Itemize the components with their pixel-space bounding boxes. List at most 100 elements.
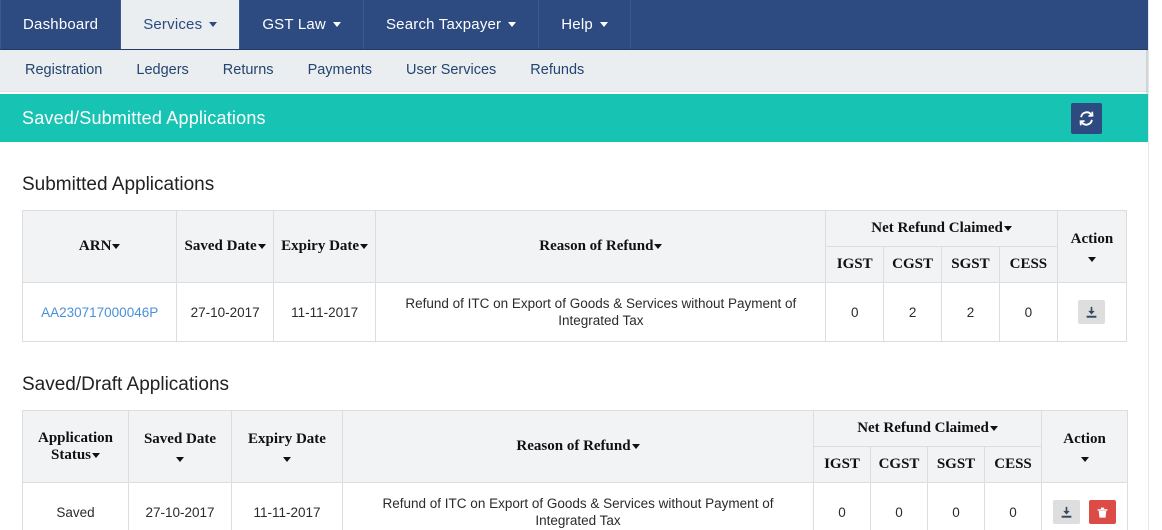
subnav-item-user-services[interactable]: User Services bbox=[389, 50, 513, 91]
delete-button[interactable] bbox=[1088, 500, 1116, 524]
column-header-saved-date[interactable]: Saved Date bbox=[128, 410, 232, 483]
cell-reason: Refund of ITC on Export of Goods & Servi… bbox=[342, 482, 814, 530]
cell-saved-date: 27-10-2017 bbox=[128, 482, 232, 530]
main-navbar: Dashboard Services GST Law Search Taxpay… bbox=[0, 0, 1162, 50]
column-header-action[interactable]: Action bbox=[1056, 210, 1128, 283]
nav-item-dashboard[interactable]: Dashboard bbox=[0, 0, 122, 49]
column-header-cess: CESS bbox=[983, 446, 1043, 483]
column-header-label: Reason of Refund bbox=[539, 238, 654, 254]
column-header-application-status[interactable]: Application Status bbox=[22, 410, 129, 483]
submitted-section-title: Submitted Applications bbox=[22, 174, 215, 195]
cell-cgst: 0 bbox=[870, 482, 928, 530]
column-header-net-refund-claimed[interactable]: Net Refund Claimed bbox=[825, 210, 1058, 247]
sub-navbar: Registration Ledgers Returns Payments Us… bbox=[0, 50, 1162, 92]
column-header-label: Action bbox=[1063, 431, 1106, 447]
subnav-item-payments[interactable]: Payments bbox=[291, 50, 389, 91]
page-scrollbar[interactable] bbox=[1148, 0, 1162, 530]
scrollbar-thumb[interactable] bbox=[1151, 0, 1161, 150]
subnav-item-returns[interactable]: Returns bbox=[206, 50, 291, 91]
column-header-cgst: CGST bbox=[870, 446, 928, 483]
sort-caret-icon bbox=[112, 244, 121, 250]
column-header-igst: IGST bbox=[825, 246, 885, 283]
cell-reason: Refund of ITC on Export of Goods & Servi… bbox=[375, 282, 827, 342]
submitted-applications-table: ARN Saved Date Expiry Date Reason of Ref… bbox=[21, 210, 1128, 342]
cell-cess: 0 bbox=[998, 282, 1058, 342]
column-header-net-refund-claimed[interactable]: Net Refund Claimed bbox=[812, 410, 1043, 447]
nav-item-search-taxpayer[interactable]: Search Taxpayer bbox=[364, 0, 540, 49]
sort-caret-icon bbox=[1087, 256, 1096, 262]
nav-item-label: Help bbox=[561, 16, 593, 33]
table-header-row: Application Status Saved Date Expiry Dat… bbox=[22, 410, 1129, 483]
column-header-label: Action bbox=[1070, 231, 1114, 247]
column-header-cgst: CGST bbox=[883, 246, 943, 283]
column-header-label: Expiry Date bbox=[248, 431, 326, 447]
column-header-arn[interactable]: ARN bbox=[21, 210, 178, 283]
subnav-item-refunds[interactable]: Refunds bbox=[513, 50, 601, 91]
sort-caret-icon bbox=[631, 444, 640, 450]
table-row: AA230717000046P 27-10-2017 11-11-2017 Re… bbox=[21, 282, 1128, 342]
content-area: Submitted Applications ARN Saved Date Ex… bbox=[0, 174, 1162, 530]
sort-caret-icon bbox=[989, 426, 998, 432]
cell-action bbox=[1041, 482, 1129, 530]
column-header-label: Application Status bbox=[37, 429, 113, 463]
subnav-item-registration[interactable]: Registration bbox=[8, 50, 119, 91]
cell-sgst: 0 bbox=[927, 482, 985, 530]
nav-item-label: GST Law bbox=[262, 16, 326, 33]
page-root: Dashboard Services GST Law Search Taxpay… bbox=[0, 0, 1162, 530]
delete-icon bbox=[1097, 507, 1108, 518]
cell-action bbox=[1056, 282, 1128, 342]
chevron-down-icon bbox=[209, 22, 218, 27]
column-header-reason-of-refund[interactable]: Reason of Refund bbox=[342, 410, 814, 483]
column-header-igst: IGST bbox=[813, 446, 871, 483]
column-header-label: Expiry Date bbox=[281, 238, 360, 254]
column-header-action[interactable]: Action bbox=[1041, 410, 1129, 483]
column-header-label: Net Refund Claimed bbox=[857, 420, 989, 436]
refresh-button[interactable] bbox=[1071, 102, 1102, 134]
edit-icon bbox=[1061, 506, 1072, 518]
column-header-reason-of-refund[interactable]: Reason of Refund bbox=[375, 210, 827, 283]
nav-item-services[interactable]: Services bbox=[121, 0, 241, 49]
cell-arn: AA230717000046P bbox=[21, 282, 178, 342]
nav-item-help[interactable]: Help bbox=[539, 0, 631, 49]
draft-section-title: Saved/Draft Applications bbox=[22, 374, 230, 395]
cell-saved-date: 27-10-2017 bbox=[176, 282, 274, 342]
column-header-saved-date[interactable]: Saved Date bbox=[176, 210, 274, 283]
chevron-down-icon bbox=[332, 22, 341, 27]
column-header-expiry-date[interactable]: Expiry Date bbox=[272, 210, 377, 283]
sort-caret-icon bbox=[1003, 226, 1012, 232]
nav-item-gst-law[interactable]: GST Law bbox=[240, 0, 364, 49]
table-row: Saved 27-10-2017 11-11-2017 Refund of IT… bbox=[22, 482, 1129, 530]
column-header-label: ARN bbox=[78, 238, 112, 254]
cell-igst: 0 bbox=[813, 482, 871, 530]
refresh-icon bbox=[1079, 110, 1094, 126]
arn-link[interactable]: AA230717000046P bbox=[41, 305, 158, 320]
table-header-row: ARN Saved Date Expiry Date Reason of Ref… bbox=[21, 210, 1128, 283]
column-header-label: Saved Date bbox=[143, 431, 217, 447]
edit-button[interactable] bbox=[1053, 500, 1081, 524]
sort-caret-icon bbox=[176, 456, 184, 462]
page-header-bar: Saved/Submitted Applications bbox=[0, 94, 1162, 142]
nav-item-label: Dashboard bbox=[23, 16, 99, 33]
download-button[interactable] bbox=[1078, 300, 1106, 324]
column-header-label: Reason of Refund bbox=[516, 438, 631, 454]
sort-caret-icon bbox=[257, 244, 266, 250]
cell-igst: 0 bbox=[825, 282, 885, 342]
cell-expiry-date: 11-11-2017 bbox=[231, 482, 343, 530]
sort-caret-icon bbox=[1080, 456, 1089, 462]
cell-sgst: 2 bbox=[941, 282, 1000, 342]
cell-expiry-date: 11-11-2017 bbox=[272, 282, 377, 342]
saved-draft-applications-table: Application Status Saved Date Expiry Dat… bbox=[22, 410, 1129, 530]
column-header-cess: CESS bbox=[998, 246, 1058, 283]
column-header-expiry-date[interactable]: Expiry Date bbox=[231, 410, 343, 483]
column-header-sgst: SGST bbox=[941, 246, 1000, 283]
nav-item-label: Services bbox=[143, 16, 203, 33]
sort-caret-icon bbox=[360, 244, 369, 250]
cell-application-status: Saved bbox=[22, 482, 129, 530]
chevron-down-icon bbox=[508, 22, 517, 27]
column-header-sgst: SGST bbox=[927, 446, 985, 483]
chevron-down-icon bbox=[599, 22, 608, 27]
subnav-item-ledgers[interactable]: Ledgers bbox=[119, 50, 205, 91]
column-header-label: Net Refund Claimed bbox=[871, 220, 1003, 236]
nav-item-label: Search Taxpayer bbox=[385, 16, 502, 33]
sort-caret-icon bbox=[654, 244, 663, 250]
